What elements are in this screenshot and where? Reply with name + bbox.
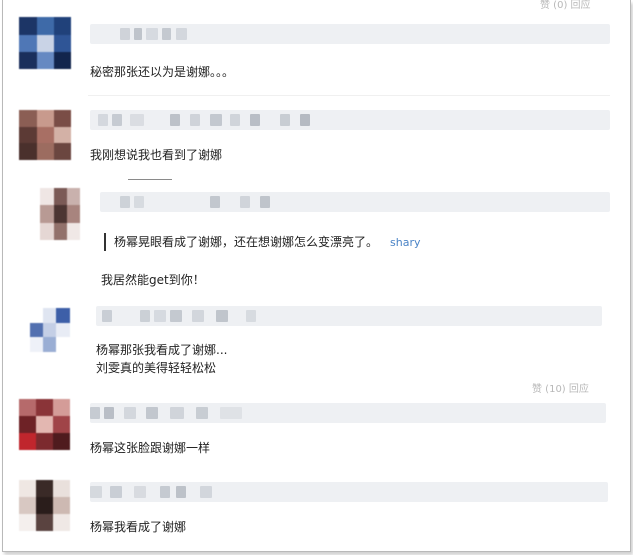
username-blurred[interactable] — [90, 110, 610, 130]
like-reply-meta[interactable]: 赞 (10) 回应 — [532, 380, 589, 395]
comment-panel — [2, 0, 631, 552]
comment-text: 杨幂我看成了谢娜 — [90, 520, 187, 534]
reply-divider — [128, 179, 172, 180]
username-blurred[interactable] — [100, 192, 610, 212]
comment-text: 杨幂这张脸跟谢娜一样 — [90, 441, 211, 455]
quoted-text: 杨幂晃眼看成了谢娜，还在想谢娜怎么变漂亮了。 — [114, 235, 379, 249]
divider — [88, 95, 610, 96]
avatar[interactable] — [40, 188, 80, 240]
comment-text: 秘密那张还以为是谢娜。。。 — [90, 65, 235, 79]
quoted-author-link[interactable]: shary — [390, 236, 420, 249]
username-blurred[interactable] — [96, 306, 602, 326]
quoted-comment: 杨幂晃眼看成了谢娜，还在想谢娜怎么变漂亮了。 shary — [104, 233, 421, 251]
like-reply-meta-top[interactable]: 赞 (0) 回应 — [540, 0, 591, 11]
avatar[interactable] — [30, 308, 70, 352]
username-blurred[interactable] — [90, 403, 606, 423]
avatar[interactable] — [19, 480, 70, 531]
reply-text: 我居然能get到你！ — [101, 273, 205, 287]
avatar[interactable] — [19, 399, 70, 450]
username-blurred[interactable] — [90, 482, 608, 502]
comment-text-line-2: 刘雯真的美得轻轻松松 — [96, 361, 217, 375]
comment-text-line-1: 杨幂那张我看成了谢娜... — [96, 343, 228, 357]
username-blurred[interactable] — [90, 24, 610, 44]
comment-text: 我刚想说我也看到了谢娜 — [90, 148, 223, 162]
avatar[interactable] — [19, 110, 71, 160]
avatar[interactable] — [19, 17, 71, 69]
